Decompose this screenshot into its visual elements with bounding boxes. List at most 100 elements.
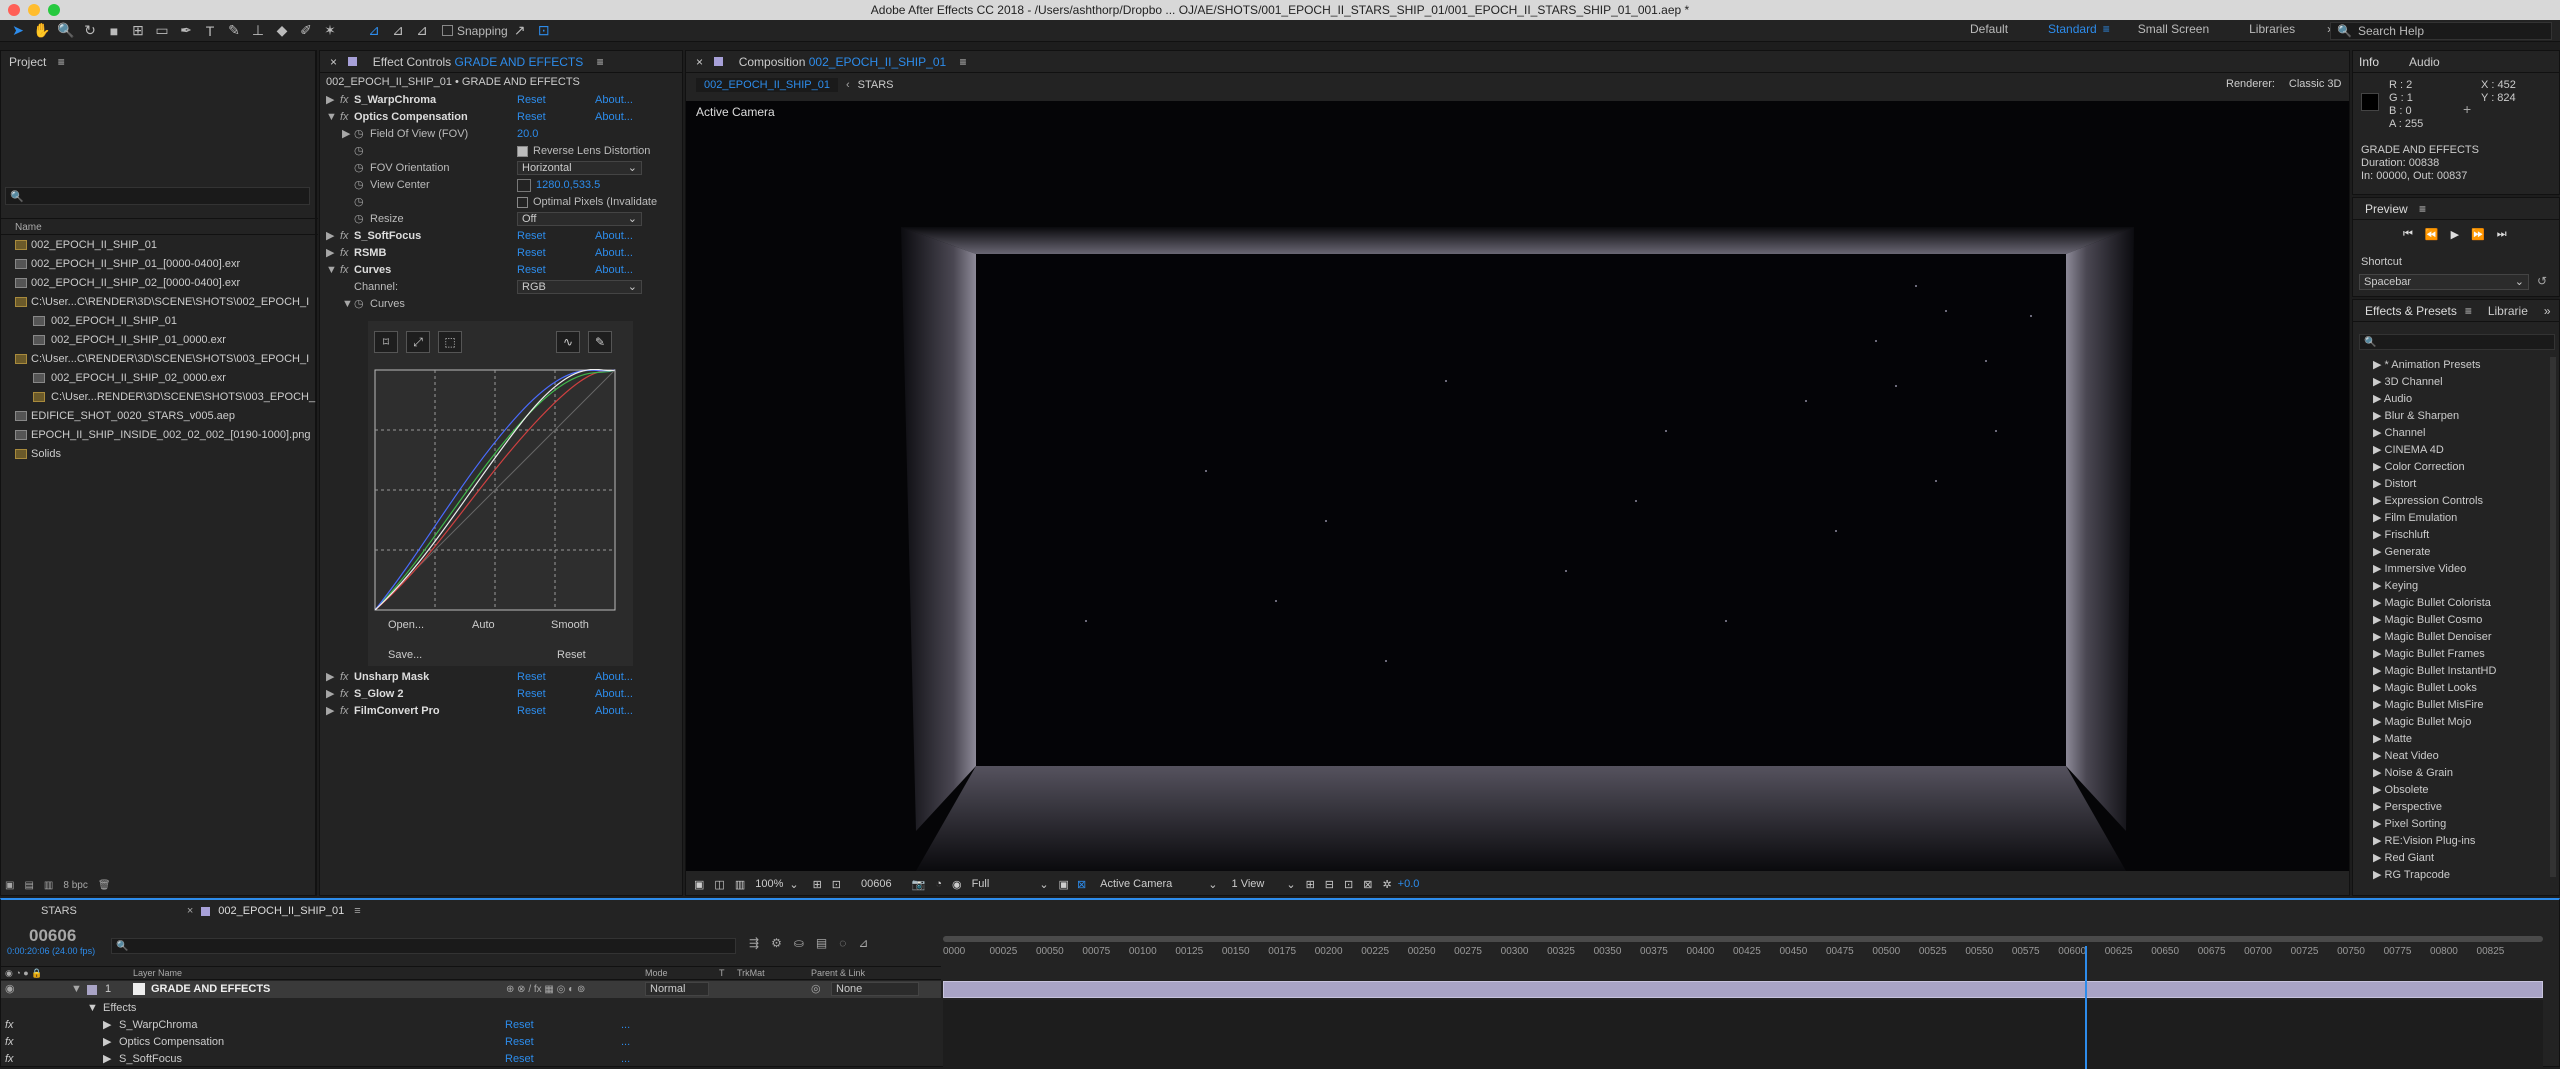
param-row-optimal[interactable]: ◷ Optimal Pixels (Invalidate [320,194,682,211]
frame-blending-icon[interactable]: ▤ [816,936,827,950]
project-item[interactable]: 002_EPOCH_II_SHIP_01 [1,312,318,331]
effect-row-s-glow-2[interactable]: ▶ fx S_Glow 2 Reset About... [320,686,684,703]
effect-row-curves[interactable]: ▼ fx Curves Reset About... [320,262,682,279]
close-window-button[interactable] [8,4,20,16]
new-folder-icon[interactable]: ▤ [24,880,33,891]
stopwatch-icon[interactable]: ◷ [354,160,364,177]
project-folder[interactable]: C:\User...C\RENDER\3D\SCENE\SHOTS\003_EP… [1,350,318,369]
brush-tool-icon[interactable]: ✎ [225,22,243,40]
close-tab-icon[interactable]: × [330,55,337,69]
effects-category[interactable]: ▶ Channel [2361,425,2551,442]
new-composition-icon[interactable]: ▥ [44,880,53,891]
effect-row-filmconvert-pro[interactable]: ▶ fx FilmConvert Pro Reset About... [320,703,684,720]
region-icon[interactable]: ⊡ [832,878,841,891]
effects-category[interactable]: ▶ Magic Bullet Cosmo [2361,612,2551,629]
effects-category[interactable]: ▶ Magic Bullet Mojo [2361,714,2551,731]
curves-reset-button[interactable]: Reset [557,649,586,661]
tab-effects-presets[interactable]: Effects & Presets [2365,300,2457,322]
panel-menu-icon[interactable]: ≡ [58,55,65,69]
about-link[interactable]: About... [595,262,633,279]
close-tab-icon[interactable]: × [187,905,193,917]
pick-whip-icon[interactable]: ◎ [811,981,821,998]
curve-expand-icon[interactable]: ⤢ [406,331,430,353]
effect-controls-header[interactable]: × Effect Controls GRADE AND EFFECTS ≡ [320,51,682,73]
reset-link[interactable]: Reset [517,109,546,126]
graph-editor-icon[interactable]: ⊿ [858,936,868,950]
param-row-fov[interactable]: ▶ ◷ Field Of View (FOV) 20.0 [320,126,682,143]
reset-link[interactable]: Reset [505,1034,534,1051]
effects-category[interactable]: ▶ Magic Bullet MisFire [2361,697,2551,714]
exposure-value[interactable]: +0.0 [1398,878,1420,890]
param-row-channel[interactable]: Channel: RGB ⌄ [320,279,682,296]
hand-tool-icon[interactable]: ✋ [33,22,51,40]
effects-category[interactable]: ▶ Pixel Sorting [2361,816,2551,833]
curves-auto-button[interactable]: Auto [472,619,495,631]
parent-column[interactable]: Parent & Link [811,967,865,979]
param-row-resize[interactable]: ◷ Resize Off ⌄ [320,211,682,228]
clone-stamp-tool-icon[interactable]: ⊥ [249,22,267,40]
project-folder[interactable]: C:\User...RENDER\3D\SCENE\SHOTS\003_EPOC… [1,388,318,407]
curves-save-button[interactable]: Save... [388,649,422,661]
reset-link[interactable]: Reset [517,262,546,279]
resize-select[interactable]: Off ⌄ [517,212,642,226]
reset-link[interactable]: Reset [517,228,546,245]
project-column-header[interactable]: Name [1,218,318,235]
resolution-select[interactable]: Full [972,878,990,890]
label-color-swatch[interactable] [87,985,97,995]
more-tabs-icon[interactable]: » [2544,300,2551,322]
workspace-standard[interactable]: Standard [2048,22,2097,36]
reset-link[interactable]: Reset [517,669,546,686]
effects-category[interactable]: ▶ Magic Bullet Colorista [2361,595,2551,612]
reset-exposure-icon[interactable]: ✲ [1382,878,1391,891]
trkmat-column[interactable]: TrkMat [737,967,765,979]
effect-row-unsharp-mask[interactable]: ▶ fx Unsharp Mask Reset About... [320,669,684,686]
show-snapshot-icon[interactable]: ◔ [935,878,942,890]
expand-arrow-icon[interactable]: ▼ [71,981,82,998]
layer-mode-select[interactable]: Normal [645,982,709,996]
effects-category[interactable]: ▶ Red Giant [2361,850,2551,867]
stopwatch-icon[interactable]: ◷ [354,126,364,143]
effect-row-s-softfocus[interactable]: ▶ fx S_SoftFocus Reset About... [320,228,682,245]
reset-link[interactable]: Reset [505,1017,534,1034]
effects-category[interactable]: ▶ * Animation Presets [2361,357,2551,374]
composition-viewer[interactable]: Active Camera [686,101,2349,871]
view-axis-icon[interactable]: ⊿ [413,22,431,40]
effects-category[interactable]: ▶ Immersive Video [2361,561,2551,578]
about-link[interactable]: About... [595,109,633,126]
close-tab-icon[interactable]: × [696,55,703,69]
layer-name[interactable]: GRADE AND EFFECTS [151,981,270,998]
workspace-small-screen[interactable]: Small Screen [2138,22,2209,36]
effects-scrollbar[interactable] [2550,357,2556,877]
effects-category[interactable]: ▶ Matte [2361,731,2551,748]
snapshot-icon[interactable]: 📷 [912,878,926,891]
layer-effect-row[interactable]: fx ▶ Optics Compensation Reset... [1,1034,941,1051]
tab-info[interactable]: Info [2359,51,2379,73]
project-item[interactable]: 002_EPOCH_II_SHIP_01 [1,236,318,255]
about-link[interactable]: About... [595,245,633,262]
effects-category[interactable]: ▶ Keying [2361,578,2551,595]
workspace-default[interactable]: Default [1970,22,2008,36]
effects-category[interactable]: ▶ Distort [2361,476,2551,493]
tab-libraries[interactable]: Librarie [2488,300,2528,322]
curve-pointer-icon[interactable]: ⌑ [374,331,398,353]
crumb-stars[interactable]: STARS [858,79,894,91]
camera-view-select[interactable]: Active Camera [1100,878,1172,890]
effects-category[interactable]: ▶ Frischluft [2361,527,2551,544]
curves-smooth-button[interactable]: Smooth [551,619,589,631]
project-search-input[interactable]: 🔍 [5,187,310,205]
stopwatch-icon[interactable]: ◷ [354,177,364,194]
next-frame-icon[interactable]: ⏩ [2471,228,2485,241]
comp-mini-flowchart-icon[interactable]: ⇶ [749,936,759,950]
effect-row-optics-compensation[interactable]: ▼ fx Optics Compensation Reset About... [320,109,682,126]
stopwatch-icon[interactable]: ◷ [354,211,364,228]
minimize-window-button[interactable] [28,4,40,16]
rotate-tool-icon[interactable]: ↻ [81,22,99,40]
play-icon[interactable]: ▶ [2451,228,2459,241]
puppet-tool-icon[interactable]: ✶ [321,22,339,40]
layer-effect-row[interactable]: fx ▶ S_SoftFocus Reset... [1,1051,941,1068]
project-item[interactable]: EDIFICE_SHOT_0020_STARS_v005.aep [1,407,318,426]
pan-behind-tool-icon[interactable]: ⊞ [129,22,147,40]
grid-icon[interactable]: ⊞ [813,878,822,891]
reset-link[interactable]: Reset [505,1051,534,1068]
3d-glasses-icon[interactable]: ◫ [714,878,724,891]
